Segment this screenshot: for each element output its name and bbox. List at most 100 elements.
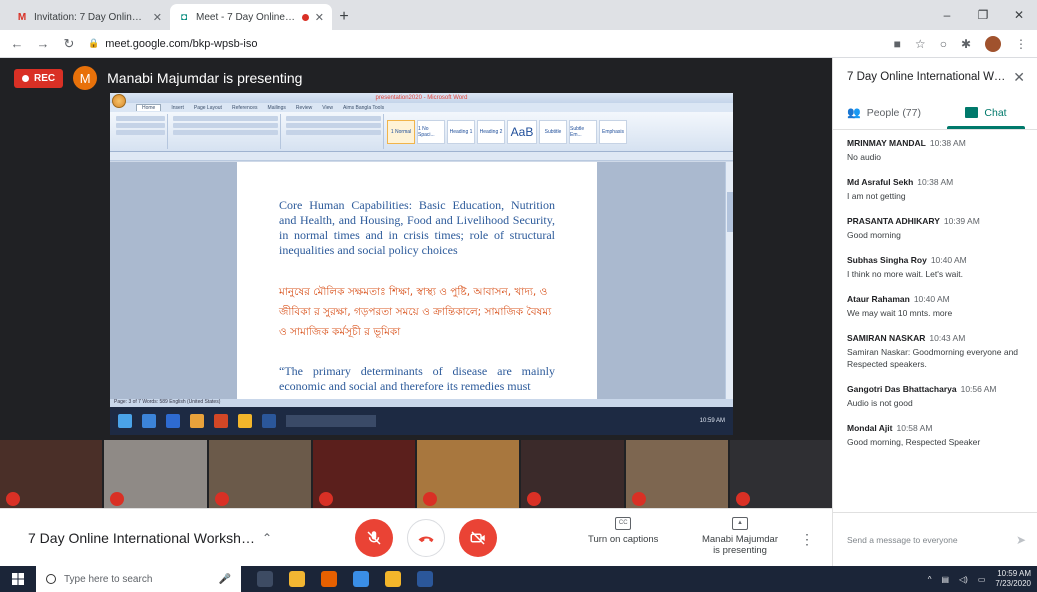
chat-input[interactable]: Send a message to everyone: [847, 535, 1016, 545]
panel-title: 7 Day Online International Works...: [847, 71, 1008, 83]
chat-message: MRINMAY MANDAL 10:38 AM No audio: [847, 138, 1025, 163]
windows-taskbar: Type here to search 🎤 ^ ▤ ◁) ▭ 10:59 AM …: [0, 566, 1037, 592]
message-text: We may wait 10 mnts. more: [847, 308, 953, 318]
shared-search-box: [286, 415, 376, 427]
side-panel: 7 Day Online International Works... ✕ 👥 …: [832, 58, 1037, 566]
participant-tile[interactable]: [208, 440, 311, 508]
captions-button[interactable]: CC Turn on captions: [588, 517, 658, 545]
back-button[interactable]: ←: [10, 36, 24, 51]
browser-tab-meet[interactable]: ◘ Meet - 7 Day Online Internal ✕: [170, 4, 332, 30]
message-header: PRASANTA ADHIKARY 10:39 AM: [847, 216, 1025, 226]
message-sender: Md Asraful Sekh: [847, 177, 914, 187]
participant-tile[interactable]: [312, 440, 415, 508]
word-icon[interactable]: [417, 571, 433, 587]
mic-off-icon: [735, 492, 750, 506]
ribbon-tab: Home: [136, 104, 162, 111]
participant-strip: [0, 440, 832, 508]
camera-toggle-button[interactable]: [459, 519, 497, 557]
meeting-title[interactable]: 7 Day Online International Workshop o...: [28, 530, 258, 546]
clipboard-group: [114, 114, 168, 149]
bookmark-star-icon[interactable]: ☆: [915, 37, 926, 51]
profile-avatar[interactable]: [985, 35, 1001, 52]
forward-button[interactable]: →: [36, 36, 50, 51]
camera-icon[interactable]: ■: [894, 37, 901, 51]
participant-tile[interactable]: [521, 440, 624, 508]
close-window-button[interactable]: ✕: [1001, 0, 1037, 30]
battery-icon[interactable]: ▭: [978, 575, 986, 584]
extension-icon[interactable]: ○: [940, 37, 947, 51]
new-tab-button[interactable]: +: [332, 4, 356, 30]
chat-message: Md Asraful Sekh 10:38 AM I am not getting: [847, 177, 1025, 202]
chevron-up-icon[interactable]: ⌃: [262, 531, 272, 545]
ribbon-tab: Review: [295, 104, 313, 111]
participant-tile[interactable]: [0, 440, 103, 508]
send-icon[interactable]: ➤: [1016, 533, 1026, 547]
style-subtle-emphasis: Subtle Em...: [569, 119, 597, 144]
volume-icon[interactable]: ◁): [959, 575, 968, 584]
style-emphasis: Emphasis: [599, 119, 627, 144]
taskbar-clock[interactable]: 10:59 AM 7/23/2020: [995, 569, 1031, 589]
chat-composer[interactable]: Send a message to everyone ➤: [833, 512, 1037, 566]
participant-tile[interactable]: [729, 440, 832, 508]
maximize-button[interactable]: ❐: [965, 0, 1001, 30]
mic-off-icon: [6, 492, 20, 506]
network-icon[interactable]: ▤: [941, 575, 949, 584]
task-view-icon[interactable]: [257, 571, 273, 587]
close-tab-icon[interactable]: ✕: [153, 11, 162, 24]
tab-people[interactable]: 👥 People (77): [833, 96, 935, 129]
mic-toggle-button[interactable]: [355, 519, 393, 557]
chrome-icon[interactable]: [385, 571, 401, 587]
firefox-icon[interactable]: [321, 571, 337, 587]
doc-paragraph-english: Core Human Capabilities: Basic Education…: [279, 198, 555, 257]
chat-message: Ataur Rahaman 10:40 AM We may wait 10 mnt…: [847, 294, 1025, 319]
microphone-icon[interactable]: 🎤: [219, 574, 231, 585]
address-bar[interactable]: 🔒 meet.google.com/bkp-wpsb-iso: [88, 34, 882, 54]
folder-icon: [190, 414, 204, 428]
camera-off-icon: [470, 531, 485, 545]
browser-tab-invitation[interactable]: M Invitation: 7 Day Online Internati ✕: [8, 4, 170, 30]
message-time: 10:40 AM: [913, 294, 950, 304]
chat-message: SAMIRAN NASKAR 10:43 AM Samiran Naskar: G…: [847, 333, 1025, 370]
participant-tile[interactable]: [625, 440, 728, 508]
windows-logo-icon: [12, 573, 24, 585]
store-icon[interactable]: [353, 571, 369, 587]
tab-chat[interactable]: Chat: [935, 96, 1037, 129]
taskbar-search[interactable]: Type here to search 🎤: [36, 566, 241, 592]
windows-start-button[interactable]: [0, 566, 36, 592]
style-label: 1 No Spaci...: [418, 125, 435, 138]
message-header: Ataur Rahaman 10:40 AM: [847, 294, 1025, 304]
message-sender: Subhas Singha Roy: [847, 255, 927, 265]
browser-tabstrip: M Invitation: 7 Day Online Internati ✕ ◘…: [0, 0, 1037, 30]
participant-tile[interactable]: [417, 440, 520, 508]
shared-screen: presentation2020 - Microsoft Word Home I…: [110, 93, 733, 435]
file-explorer-icon[interactable]: [289, 571, 305, 587]
shared-clock: 10:59 AM: [699, 418, 725, 424]
leave-call-button[interactable]: [407, 519, 445, 557]
present-now-button[interactable]: ▲ Manabi Majumdar is presenting: [700, 517, 780, 556]
ribbon-tab: Aims Bangla Tools: [343, 104, 385, 111]
presenter-bar: REC M Manabi Majumdar is presenting: [14, 66, 302, 90]
paragraph-group: [284, 114, 384, 149]
mic-off-icon: [423, 492, 437, 506]
cortana-icon: [46, 574, 56, 584]
word-ruler: [110, 152, 733, 161]
mic-off-icon: [318, 492, 333, 506]
minimize-button[interactable]: –: [929, 0, 965, 30]
ribbon-tab: References: [231, 104, 258, 111]
tray-chevron-icon[interactable]: ^: [928, 575, 932, 584]
more-options-icon[interactable]: ⋮: [800, 531, 814, 548]
chat-message: Mondal Ajit 10:58 AM Good morning, Respec…: [847, 423, 1025, 448]
menu-kebab-icon[interactable]: ⋮: [1015, 37, 1027, 51]
puzzle-icon[interactable]: ✱: [961, 37, 971, 51]
clock-time: 10:59 AM: [997, 569, 1031, 578]
close-panel-icon[interactable]: ✕: [1013, 69, 1025, 86]
window-controls: – ❐ ✕: [929, 0, 1037, 30]
close-tab-icon[interactable]: ✕: [315, 11, 324, 24]
participant-tile[interactable]: [104, 440, 207, 508]
reload-button[interactable]: ↻: [62, 36, 76, 52]
style-label: Subtle Em...: [570, 125, 585, 138]
chat-messages: MRINMAY MANDAL 10:38 AM No audio Md Asraf…: [833, 130, 1037, 512]
presenter-text: Manabi Majumdar is presenting: [107, 70, 303, 86]
ribbon-tab: Mailings: [267, 104, 286, 111]
rec-dot-icon: [22, 74, 29, 82]
